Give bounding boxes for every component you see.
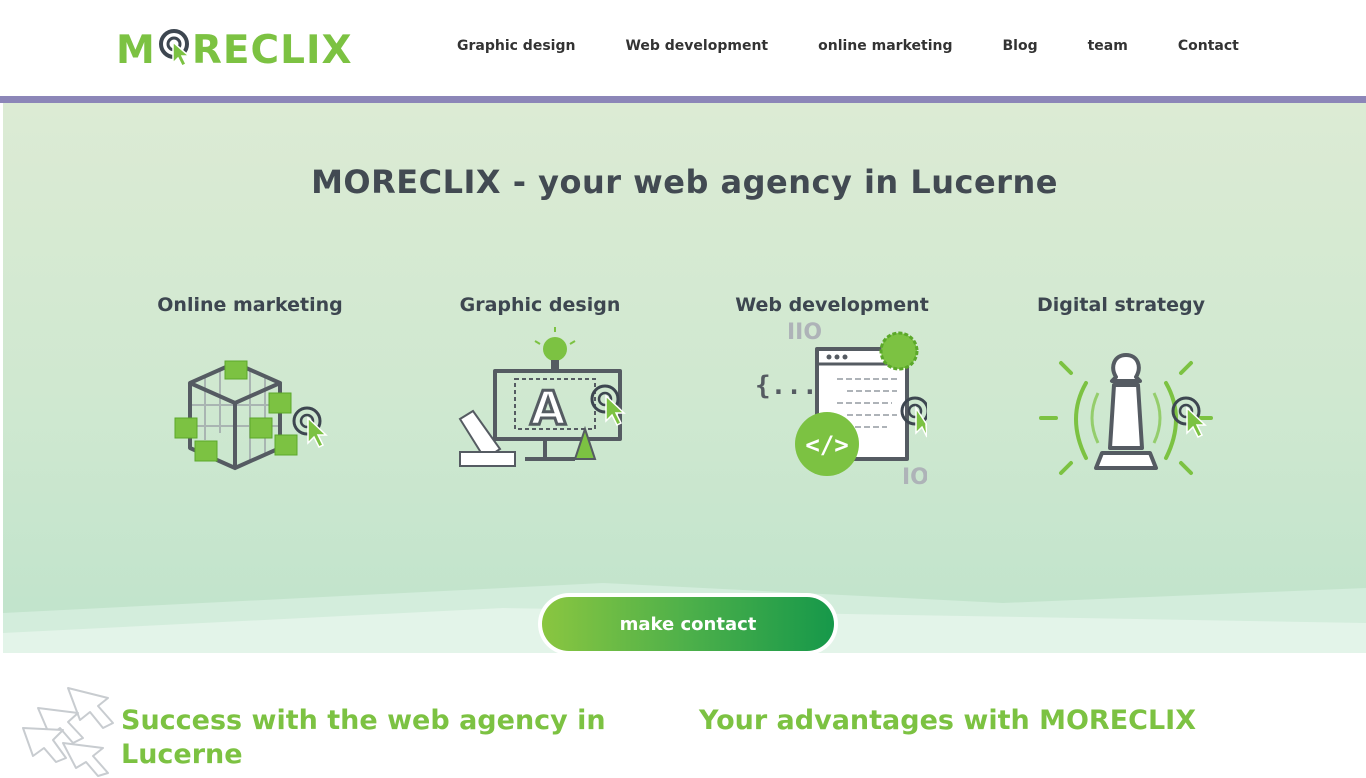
- service-title: Digital strategy: [1037, 294, 1205, 316]
- main-nav: Graphic design Web development online ma…: [457, 38, 1239, 54]
- nav-team[interactable]: team: [1088, 38, 1128, 54]
- nav-contact[interactable]: Contact: [1178, 38, 1239, 54]
- service-digital-strategy[interactable]: Digital strategy: [1011, 293, 1231, 493]
- content-section: Success with the web agency in Lucerne Y…: [0, 653, 1366, 777]
- make-contact-label: make contact: [542, 597, 834, 651]
- advantages-heading: Your advantages with MORECLIX: [699, 705, 1197, 736]
- service-title: Online marketing: [157, 294, 343, 316]
- code-window-icon: IIO IO {...} </>: [755, 320, 927, 489]
- service-title: Web development: [735, 294, 929, 316]
- svg-text:</>: </>: [805, 431, 848, 459]
- logo[interactable]: M RECLIX: [116, 20, 353, 76]
- svg-text:IO: IO: [902, 465, 927, 489]
- service-title: Graphic design: [459, 294, 621, 316]
- make-contact-button[interactable]: make contact: [538, 593, 838, 653]
- nav-graphic-design[interactable]: Graphic design: [457, 38, 575, 54]
- success-heading: Success with the web agency in Lucerne: [121, 705, 606, 770]
- nav-online-marketing[interactable]: online marketing: [818, 38, 952, 54]
- svg-text:IIO: IIO: [787, 320, 822, 345]
- service-web-development[interactable]: Web development IIO IO {...} </>: [722, 293, 942, 489]
- header-divider: [0, 96, 1366, 103]
- nav-web-development[interactable]: Web development: [625, 38, 768, 54]
- hero-title: MORECLIX - your web agency in Lucerne: [311, 163, 1058, 201]
- nav-blog[interactable]: Blog: [1002, 38, 1037, 54]
- service-graphic-design[interactable]: Graphic design A: [430, 293, 650, 479]
- cube-icon: [174, 360, 328, 470]
- svg-text:A: A: [530, 381, 566, 435]
- hero-section: MORECLIX - your web agency in Lucerne On…: [3, 103, 1366, 653]
- logo-cursor-icon: [157, 27, 191, 67]
- logo-wordmark: M RECLIX: [116, 27, 353, 73]
- design-screen-icon: A: [458, 327, 626, 467]
- site-header: M RECLIX Graphic design Web development o…: [0, 0, 1366, 96]
- service-online-marketing[interactable]: Online marketing: [140, 293, 360, 493]
- arrows-decoration-icon: [22, 687, 114, 777]
- chess-pawn-icon: [1039, 353, 1213, 475]
